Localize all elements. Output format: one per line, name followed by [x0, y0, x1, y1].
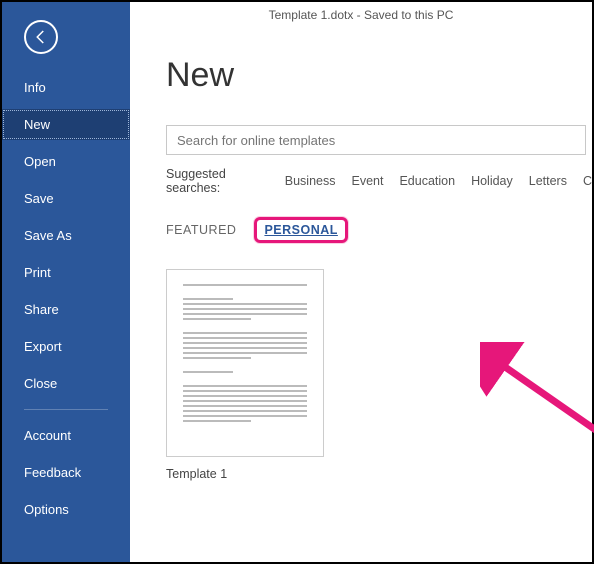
back-button[interactable] [24, 20, 58, 54]
suggested-business[interactable]: Business [285, 174, 336, 188]
template-tabs: FEATURED PERSONAL [166, 217, 592, 243]
suggested-education[interactable]: Education [399, 174, 455, 188]
template-grid: Template 1 [166, 269, 592, 481]
sidebar-item-export[interactable]: Export [2, 331, 130, 362]
sidebar-item-print[interactable]: Print [2, 257, 130, 288]
suggested-letters[interactable]: Letters [529, 174, 567, 188]
suggested-searches-row: Suggested searches: Business Event Educa… [166, 167, 592, 195]
main-panel: Template 1.dotx - Saved to this PC New S… [130, 2, 592, 562]
suggested-holiday[interactable]: Holiday [471, 174, 513, 188]
arrow-left-icon [32, 28, 50, 46]
sidebar-item-save[interactable]: Save [2, 183, 130, 214]
tab-personal[interactable]: PERSONAL [264, 223, 337, 237]
template-search-box[interactable] [166, 125, 586, 155]
suggested-label: Suggested searches: [166, 167, 269, 195]
sidebar-item-options[interactable]: Options [2, 494, 130, 525]
window-title: Template 1.dotx - Saved to this PC [130, 2, 592, 30]
tab-featured[interactable]: FEATURED [166, 223, 236, 237]
suggested-more[interactable]: C [583, 174, 592, 188]
sidebar-item-share[interactable]: Share [2, 294, 130, 325]
template-search-input[interactable] [177, 133, 575, 148]
sidebar-item-close[interactable]: Close [2, 368, 130, 399]
backstage-sidebar: Info New Open Save Save As Print Share E… [2, 2, 130, 562]
sidebar-item-new[interactable]: New [2, 109, 130, 140]
sidebar-item-info[interactable]: Info [2, 72, 130, 103]
template-thumbnail [166, 269, 324, 457]
sidebar-item-open[interactable]: Open [2, 146, 130, 177]
nav-items-top: Info New Open Save Save As Print Share E… [2, 72, 130, 405]
nav-items-bottom: Account Feedback Options [2, 420, 130, 531]
sidebar-item-feedback[interactable]: Feedback [2, 457, 130, 488]
template-name-label: Template 1 [166, 467, 324, 481]
annotation-highlight: PERSONAL [254, 217, 347, 243]
template-card-template1[interactable]: Template 1 [166, 269, 324, 481]
sidebar-item-save-as[interactable]: Save As [2, 220, 130, 251]
suggested-event[interactable]: Event [351, 174, 383, 188]
page-title: New [166, 56, 592, 95]
sidebar-item-account[interactable]: Account [2, 420, 130, 451]
nav-divider [24, 409, 108, 410]
